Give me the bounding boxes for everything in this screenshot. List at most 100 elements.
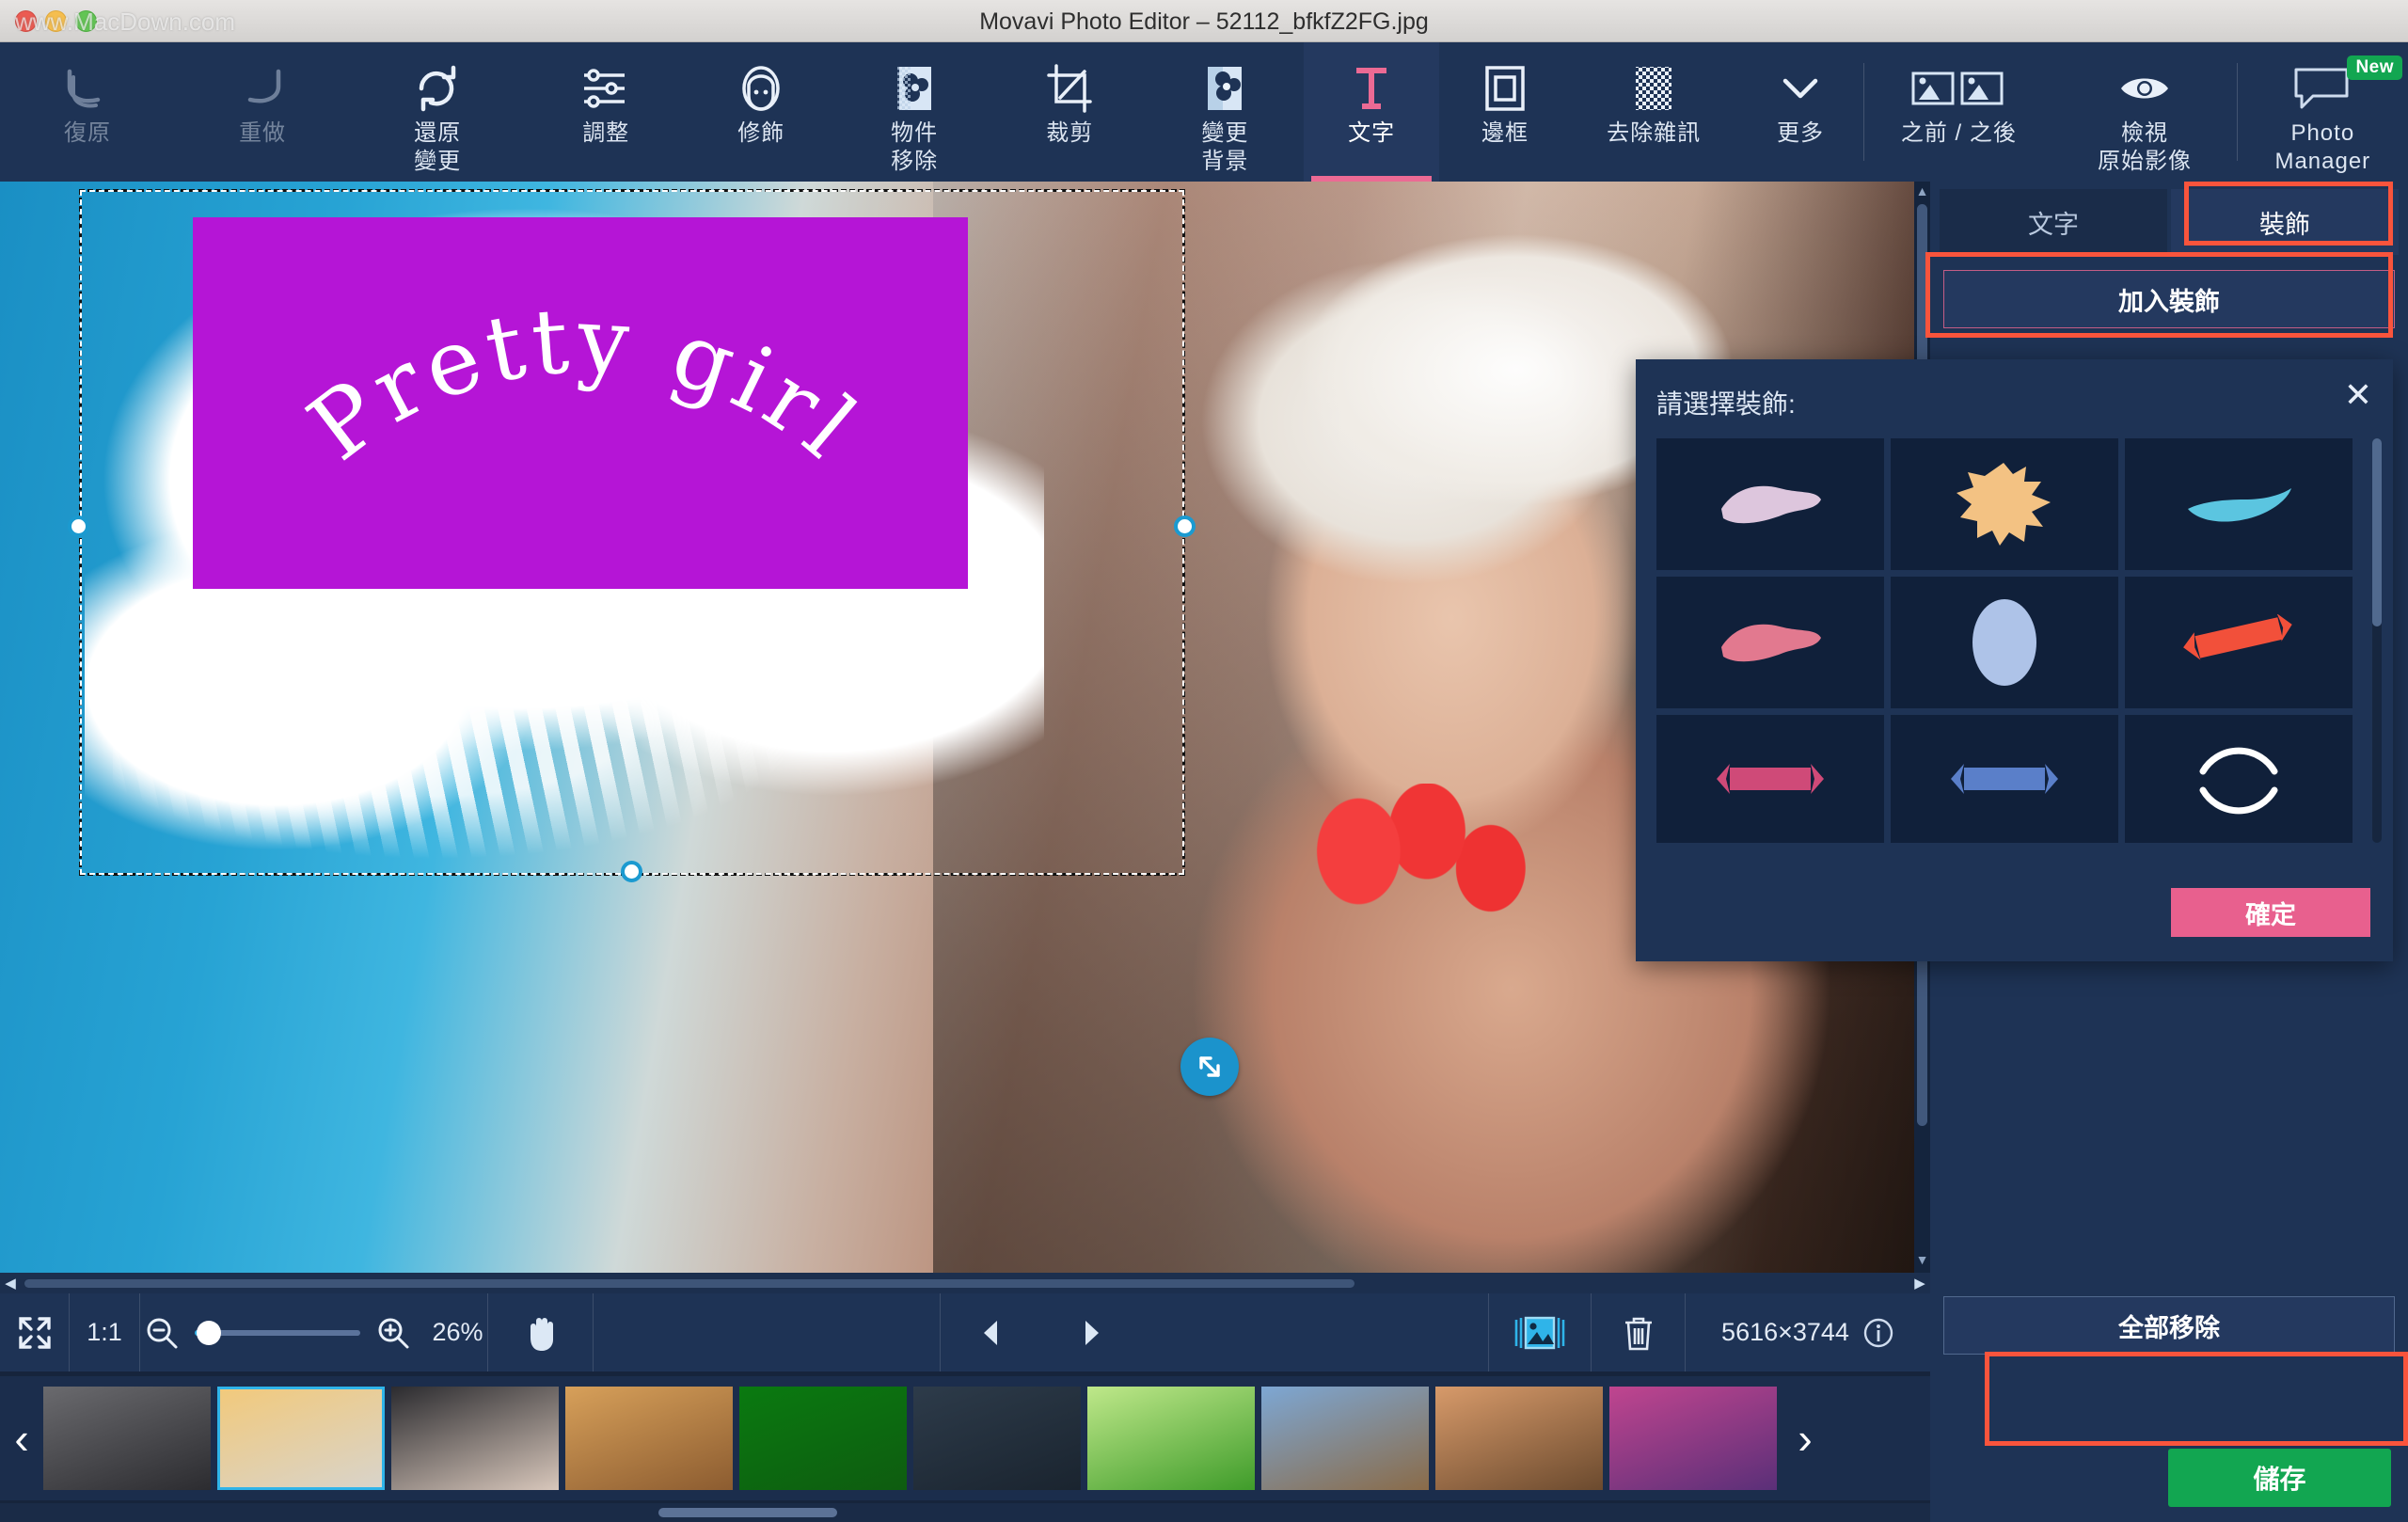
image-dimensions-group: 5616×3744 (1686, 1293, 1930, 1371)
window-title: Movavi Photo Editor – 52112_bfkfZ2FG.jpg (979, 8, 1429, 35)
toolbar-item-adjust[interactable]: 調整 (525, 42, 687, 182)
info-icon[interactable] (1862, 1317, 1894, 1349)
zoom-out-icon[interactable] (144, 1315, 180, 1351)
save-button[interactable]: 儲存 (2168, 1449, 2391, 1507)
zoom-in-icon[interactable] (375, 1315, 411, 1351)
thumb-ancient-ruins[interactable] (1261, 1387, 1429, 1490)
scroll-up-arrow[interactable]: ▲ (1914, 183, 1930, 202)
toolbar-item-photo-manager[interactable]: New Photo Manager (2238, 42, 2408, 182)
thumb-burger-drink[interactable] (565, 1387, 733, 1490)
scroll-down-arrow[interactable]: ▼ (1914, 1252, 1930, 1271)
zoom-control-group[interactable]: 26% (140, 1293, 488, 1371)
decor-pink-ribbon-banner[interactable] (1656, 715, 1884, 843)
scroll-right-arrow[interactable]: ▶ (1909, 1275, 1930, 1292)
thumb-green-plants[interactable] (1087, 1387, 1255, 1490)
zoom-slider[interactable] (195, 1320, 361, 1345)
add-decoration-button[interactable]: 加入裝飾 (1943, 270, 2395, 328)
tab-text[interactable]: 文字 (1940, 189, 2167, 255)
gallery-icon (1514, 1316, 1565, 1349)
adjust-sliders-icon (579, 63, 632, 114)
previous-image-button[interactable] (939, 1293, 1041, 1371)
toolbar-label-undo: 復原 (64, 120, 112, 146)
toolbar-label-adjust: 調整 (582, 120, 630, 146)
thumb-wedding-roses[interactable] (391, 1387, 559, 1490)
hand-tool-button[interactable] (488, 1293, 594, 1371)
image-dimensions: 5616×3744 (1721, 1318, 1849, 1346)
decor-blue-ribbon-banner[interactable] (1891, 715, 2118, 843)
thumb-chinese-temple[interactable] (1435, 1387, 1603, 1490)
toolbar-label-frame: 邊框 (1481, 120, 1529, 146)
svg-text:Pretty girl: Pretty girl (290, 287, 879, 481)
zoom-slider-knob[interactable] (197, 1320, 222, 1345)
overlay-curved-text[interactable]: Pretty girl (193, 217, 968, 622)
chevron-down-icon (1774, 63, 1827, 114)
decoration-grid[interactable] (1656, 438, 2353, 843)
thumb-dumbbell-man[interactable] (913, 1387, 1081, 1490)
decor-cyan-stroke[interactable] (2125, 438, 2353, 570)
thumb-gym-workout[interactable] (43, 1387, 211, 1490)
toolbar-item-crop[interactable]: 裁剪 (993, 42, 1147, 182)
photo-brush-spatter (113, 633, 922, 934)
toolbar-item-view-original[interactable]: 檢視 原始影像 (2052, 42, 2236, 182)
decoration-grid-scrollbar[interactable] (2372, 438, 2382, 843)
filmstrip[interactable]: ‹ › (0, 1376, 1945, 1500)
toolbar-item-reset-changes[interactable]: 還原 變更 (350, 42, 525, 182)
decor-pink-brush[interactable] (1656, 577, 1884, 708)
decor-lilac-brush[interactable] (1656, 438, 1884, 570)
text-icon (1345, 63, 1398, 114)
dialog-confirm-button[interactable]: 確定 (2171, 888, 2370, 937)
decoration-scroll-thumb[interactable] (2372, 438, 2382, 626)
toolbar-item-undo[interactable]: 復原 (0, 42, 175, 182)
dialog-title: 請選擇裝飾: (1656, 389, 1796, 419)
zoom-percentage: 26% (432, 1318, 483, 1346)
decor-orange-splat[interactable] (1891, 438, 2118, 570)
fit-to-screen-button[interactable] (0, 1293, 70, 1371)
decor-red-ribbon-banner[interactable] (2125, 577, 2353, 708)
decor-white-laurel-circle[interactable] (2125, 715, 2353, 843)
one-to-one-button[interactable]: 1:1 (70, 1293, 140, 1371)
frame-icon (1479, 63, 1531, 114)
toolbar-item-retouch[interactable]: 修飾 (687, 42, 835, 182)
retouch-face-icon (735, 63, 787, 114)
selection-handle-bottom[interactable] (621, 861, 642, 882)
decor-blue-blob[interactable] (1891, 577, 2118, 708)
toolbar-item-text[interactable]: 文字 (1304, 42, 1440, 182)
selection-handle-left[interactable] (68, 515, 89, 537)
filmstrip-prev-button[interactable]: ‹ (0, 1376, 43, 1500)
window-scroll-thumb[interactable] (658, 1508, 837, 1517)
toolbar-item-change-background[interactable]: 變更 背景 (1147, 42, 1304, 182)
close-icon[interactable]: ✕ (2344, 378, 2372, 412)
main-toolbar: 復原 重做 還原 變更 調整 修飾 物件 移除 裁剪 變更 背景 文字 邊框 去… (0, 42, 2408, 182)
trash-icon (1624, 1317, 1652, 1350)
gallery-button[interactable] (1488, 1293, 1592, 1371)
filmstrip-next-button[interactable]: › (1783, 1376, 1827, 1500)
canvas-horizontal-scrollbar[interactable]: ◀ ▶ (0, 1273, 1930, 1293)
remove-all-button[interactable]: 全部移除 (1943, 1296, 2395, 1355)
scroll-left-arrow[interactable]: ◀ (0, 1275, 21, 1292)
toolbar-item-object-removal[interactable]: 物件 移除 (835, 42, 992, 182)
crop-icon (1043, 63, 1096, 114)
resize-arrow-icon (1199, 1056, 1220, 1077)
toolbar-label-redo: 重做 (239, 120, 287, 146)
toolbar-item-denoise[interactable]: 去除雜訊 (1571, 42, 1737, 182)
thumb-pasta-plate[interactable] (217, 1387, 385, 1490)
tab-decoration[interactable]: 裝飾 (2171, 189, 2399, 255)
toolbar-item-frame[interactable]: 邊框 (1439, 42, 1571, 182)
new-badge: New (2347, 55, 2403, 80)
resize-rotate-handle[interactable] (1180, 1038, 1239, 1096)
toolbar-item-before-after[interactable]: 之前 / 之後 (1864, 42, 2052, 182)
thumb-green-leaf[interactable] (739, 1387, 907, 1490)
photo-nails (1300, 784, 1545, 953)
toolbar-label-photo-manager: Photo Manager (2274, 120, 2371, 174)
selection-handle-right[interactable] (1174, 515, 1196, 537)
horizontal-scroll-thumb[interactable] (24, 1278, 1354, 1288)
denoise-icon (1627, 63, 1680, 114)
decoration-dialog: 請選擇裝飾: ✕ 確定 (1636, 359, 2393, 961)
thumb-purple-sunset[interactable] (1609, 1387, 1777, 1490)
hand-tool-icon (530, 1317, 553, 1351)
delete-image-button[interactable] (1592, 1293, 1686, 1371)
undo-icon (60, 63, 115, 114)
next-image-button[interactable] (1041, 1293, 1143, 1371)
toolbar-item-redo[interactable]: 重做 (175, 42, 350, 182)
toolbar-item-more[interactable]: 更多 (1737, 42, 1864, 182)
